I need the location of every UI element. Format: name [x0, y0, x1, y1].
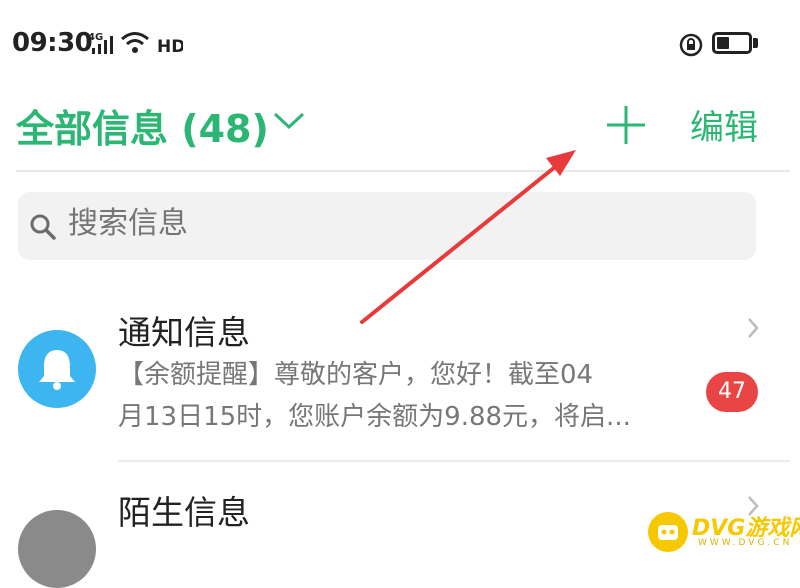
status-time: 09:30	[12, 28, 93, 58]
hd-icon: HD	[157, 37, 183, 56]
watermark-url: WWW.DVG.CN	[698, 538, 793, 548]
watermark-logo: DVG游戏网 WWW.DVG.CN	[648, 510, 800, 554]
search-icon	[30, 214, 56, 240]
add-button[interactable]	[600, 98, 652, 150]
signal-icon: 4G	[88, 32, 113, 54]
header: 全部信息 (48) 编辑	[0, 90, 800, 170]
search-input[interactable]	[66, 206, 670, 242]
battery-tip	[753, 38, 758, 48]
item-title: 陌生信息	[118, 493, 250, 532]
item-preview-line1: 【余额提醒】尊敬的客户，您好！截至04	[118, 360, 594, 390]
network-label: 4G	[88, 32, 103, 43]
watermark-emblem-icon	[648, 512, 688, 552]
bell-icon	[39, 350, 75, 390]
edit-button[interactable]: 编辑	[690, 100, 758, 149]
header-divider	[16, 170, 790, 172]
wifi-icon	[121, 32, 149, 53]
status-bar: 09:30 4G HD	[0, 0, 800, 90]
page-title[interactable]: 全部信息 (48)	[16, 98, 269, 153]
avatar	[18, 330, 96, 408]
search-bar[interactable]	[18, 192, 756, 260]
item-preview-line2: 月13日15时，您账户余额为9.88元，将启...	[118, 402, 631, 432]
chevron-down-icon[interactable]	[272, 110, 306, 132]
avatar	[18, 510, 96, 588]
rotation-lock-icon	[679, 33, 703, 57]
chevron-right-icon	[748, 318, 759, 338]
item-title: 通知信息	[118, 313, 250, 352]
unread-badge: 47	[706, 372, 758, 412]
battery-icon	[712, 32, 752, 54]
hd-label: HD	[157, 37, 183, 56]
list-item-notifications[interactable]: 通知信息 【余额提醒】尊敬的客户，您好！截至04 月13日15时，您账户余额为9…	[0, 290, 800, 460]
